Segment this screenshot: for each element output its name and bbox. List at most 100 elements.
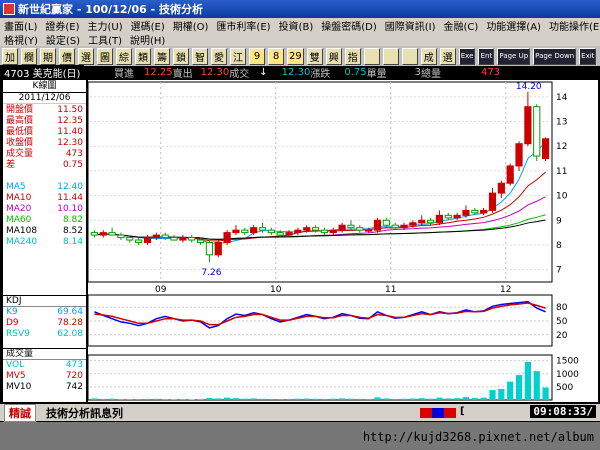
candle-body bbox=[126, 237, 134, 241]
candle-body bbox=[311, 227, 320, 231]
volume-bar bbox=[91, 398, 98, 400]
toolbar-button-12[interactable]: 江 bbox=[230, 47, 246, 65]
toolbar-button-0[interactable]: 加 bbox=[2, 47, 18, 65]
menu-item-r1-1[interactable]: 證券(E) bbox=[41, 18, 83, 33]
change-value: 12.30 bbox=[281, 67, 311, 78]
toolbar-button-28[interactable]: Exit bbox=[579, 47, 597, 65]
menu-item-r2-0[interactable]: 格視(Y) bbox=[0, 32, 42, 47]
candle-body bbox=[365, 229, 373, 232]
chart-svg[interactable]: 14 13 12 11 10 9 8 7 80 50 20 1500 1000 500 09 10 11 12 14… bbox=[88, 80, 598, 402]
menu-item-r1-0[interactable]: 畫面(L) bbox=[0, 18, 41, 33]
candle-body bbox=[347, 224, 355, 229]
volume-bar bbox=[507, 381, 514, 400]
ma-label: MA5 bbox=[6, 182, 26, 192]
candle-body bbox=[276, 232, 284, 236]
volume-stat-row: MV10 742 bbox=[3, 382, 86, 393]
ma-value: 8.14 bbox=[62, 237, 83, 247]
volume-bar bbox=[480, 397, 487, 400]
menu-item-r1-9[interactable]: 金融(C) bbox=[440, 18, 483, 33]
volume-bar bbox=[268, 398, 275, 400]
sell-price: 12.30 bbox=[200, 67, 230, 78]
menu-item-r2-3[interactable]: 說明(H) bbox=[126, 32, 169, 47]
toolbar-button-26[interactable]: Page Up bbox=[497, 47, 531, 65]
candle-body bbox=[356, 227, 364, 231]
candle-body bbox=[152, 234, 160, 239]
toolbar-button-14[interactable]: 8 bbox=[268, 47, 284, 65]
menu-item-r2-1[interactable]: 設定(S) bbox=[42, 32, 84, 47]
toolbar-button-22[interactable]: 成 bbox=[420, 47, 437, 65]
toolbar-button-1[interactable]: 欄 bbox=[21, 47, 37, 65]
candle-body bbox=[524, 106, 532, 145]
volume-bar bbox=[277, 399, 284, 400]
toolbar-button-19[interactable] bbox=[363, 47, 380, 65]
status-bracket: [ bbox=[460, 406, 465, 417]
chart-area[interactable]: 14 13 12 11 10 9 8 7 80 50 20 1500 1000 500 09 10 11 12 14… bbox=[88, 80, 598, 402]
volume-stat-value: 720 bbox=[65, 371, 83, 381]
toolbar-button-20[interactable] bbox=[382, 47, 399, 65]
toolbar-button-7[interactable]: 類 bbox=[135, 47, 151, 65]
volume-bar bbox=[409, 398, 416, 400]
toolbar-button-18[interactable]: 指 bbox=[344, 47, 361, 65]
toolbar-button-17[interactable]: 興 bbox=[325, 47, 342, 65]
volume-bar bbox=[215, 398, 222, 400]
menu-item-r1-11[interactable]: 功能操作(E) bbox=[545, 18, 600, 33]
toolbar-button-8[interactable]: 籌 bbox=[154, 47, 170, 65]
menu-item-r1-10[interactable]: 功能選擇(A) bbox=[482, 18, 545, 33]
volume-bar bbox=[303, 398, 310, 400]
toolbar-button-21[interactable] bbox=[401, 47, 418, 65]
volume-bar bbox=[365, 399, 372, 400]
menu-item-r1-4[interactable]: 期權(O) bbox=[169, 18, 213, 33]
volume-bar bbox=[330, 398, 337, 400]
volume-stat-row: VOL 473 bbox=[3, 360, 86, 371]
candle-body bbox=[250, 227, 258, 234]
menu-bar: 畫面(L) 證券(E) 主力(U) 選碼(E) 期權(O) 匯市利率(E) 投資(B) 操盤密… bbox=[0, 18, 600, 47]
menu-item-r1-5[interactable]: 匯市利率(E) bbox=[212, 18, 274, 33]
menu-item-r1-8[interactable]: 國際資訊(I) bbox=[381, 18, 440, 33]
toolbar-button-9[interactable]: 鎖 bbox=[173, 47, 189, 65]
menu-item-r1-6[interactable]: 投資(B) bbox=[275, 18, 318, 33]
candle-body bbox=[135, 239, 143, 243]
toolbar-button-24[interactable]: Exe bbox=[458, 47, 476, 65]
ma-row: MA5 12.40 bbox=[3, 182, 86, 193]
candle-body bbox=[285, 232, 293, 236]
kdj-value: 78.28 bbox=[57, 318, 83, 328]
toolbar-button-10[interactable]: 智 bbox=[192, 47, 208, 65]
toolbar-button-15[interactable]: 29 bbox=[287, 47, 304, 65]
ma-label: MA108 bbox=[6, 226, 38, 236]
price-axis-label: 9 bbox=[556, 216, 562, 226]
menu-item-r1-7[interactable]: 操盤密碼(D) bbox=[317, 18, 381, 33]
menu-item-r1-3[interactable]: 選碼(E) bbox=[127, 18, 169, 33]
candle-body bbox=[108, 232, 116, 236]
toolbar-button-3[interactable]: 價 bbox=[59, 47, 75, 65]
toolbar-button-5[interactable]: 圖 bbox=[97, 47, 113, 65]
unit-value: 0.75 bbox=[344, 67, 367, 78]
volume-bar bbox=[100, 398, 107, 400]
candle-body bbox=[320, 229, 329, 234]
toolbar-button-13[interactable]: 9 bbox=[249, 47, 265, 65]
toolbar-button-23[interactable]: 選 bbox=[439, 47, 456, 65]
candle-body bbox=[426, 219, 435, 224]
volume-bar bbox=[188, 399, 195, 400]
price-axis-label: 14 bbox=[556, 93, 568, 103]
toolbar-button-6[interactable]: 綜 bbox=[116, 47, 132, 65]
menu-item-r2-2[interactable]: 工具(T) bbox=[84, 32, 126, 47]
candle-body bbox=[188, 237, 196, 241]
kdj-header: KDJ bbox=[3, 296, 86, 307]
volume-axis-label: 1500 bbox=[556, 357, 579, 367]
toolbar-button-2[interactable]: 期 bbox=[40, 47, 56, 65]
volume-bar bbox=[542, 387, 549, 400]
toolbar-button-16[interactable]: 雙 bbox=[306, 47, 323, 65]
volume-bar bbox=[374, 397, 381, 400]
toolbar-button-27[interactable]: Page Down bbox=[533, 47, 577, 65]
kdj-value: 69.64 bbox=[57, 307, 83, 317]
toolbar-button-25[interactable]: Ent bbox=[478, 47, 495, 65]
price-stat-value: 11.50 bbox=[57, 105, 83, 115]
menu-row-1: 畫面(L) 證券(E) 主力(U) 選碼(E) 期權(O) 匯市利率(E) 投資(B) 操盤密… bbox=[0, 18, 600, 33]
menu-item-r1-2[interactable]: 主力(U) bbox=[84, 18, 127, 33]
volume-bar bbox=[356, 398, 363, 400]
volume-bar bbox=[109, 398, 116, 400]
toolbar-button-11[interactable]: 愛 bbox=[211, 47, 227, 65]
candle-body bbox=[303, 227, 311, 231]
toolbar-button-4[interactable]: 選 bbox=[78, 47, 94, 65]
price-stat-label: 成交量 bbox=[6, 149, 34, 159]
